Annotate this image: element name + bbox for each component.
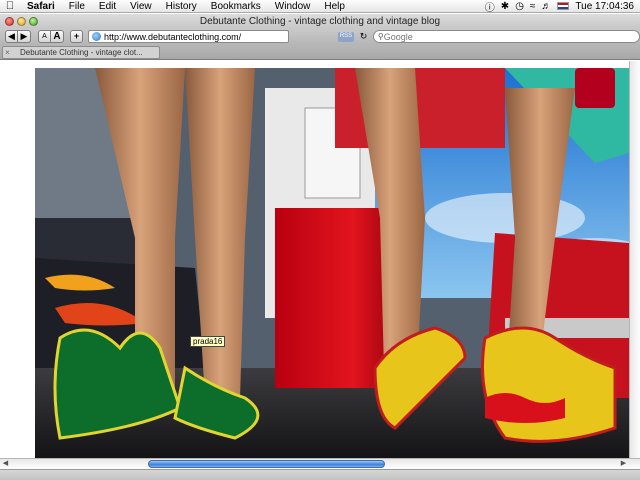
scroll-left-arrow-icon[interactable]: ◀ [0,459,11,469]
menu-window[interactable]: Window [268,0,318,13]
zoom-window-button[interactable] [29,16,38,26]
bluetooth-icon[interactable]: ✱ [501,1,509,12]
minimize-window-button[interactable] [17,16,26,26]
menu-bar:  Safari File Edit View History Bookmark… [0,0,640,14]
text-smaller-button[interactable]: A [38,30,51,43]
tab-bar: × Debutante Clothing - vintage clot... [0,45,640,60]
window-title: Debutante Clothing - vintage clothing an… [199,15,441,27]
page-content: prada16 [0,61,629,458]
clock[interactable]: Tue 17:04:36 [575,1,634,12]
alert-icon[interactable]: ⓘ [485,0,495,14]
window-titlebar: Debutante Clothing - vintage clothing an… [0,14,640,28]
tab-debutante[interactable]: × Debutante Clothing - vintage clot... [2,46,160,59]
menu-edit[interactable]: Edit [92,0,123,13]
browser-toolbar: ◀ ▶ A A + RSS ↻ ⚲ [0,28,640,45]
time-machine-icon[interactable]: ◷ [515,1,524,12]
close-window-button[interactable] [5,16,14,26]
horizontal-scroll-thumb[interactable] [148,460,385,468]
close-tab-icon[interactable]: × [3,48,12,57]
wifi-icon[interactable]: ≈ [530,1,536,12]
input-source-flag-icon[interactable] [557,2,570,10]
volume-icon[interactable]: ♬ [541,1,551,12]
menu-file[interactable]: File [62,0,92,13]
address-bar[interactable] [88,30,289,43]
vertical-scrollbar[interactable] [629,61,640,458]
scroll-right-arrow-icon[interactable]: ▶ [618,459,629,469]
address-input[interactable] [104,31,288,42]
status-bar [0,469,640,480]
rss-button[interactable]: RSS [337,31,355,42]
menu-help[interactable]: Help [317,0,352,13]
menu-view[interactable]: View [123,0,159,13]
tab-label: Debutante Clothing - vintage clot... [20,48,143,57]
back-button[interactable]: ◀ [5,30,18,43]
add-bookmark-button[interactable]: + [70,30,83,43]
reload-icon[interactable]: ↻ [357,31,370,42]
globe-icon [92,32,101,41]
horizontal-scrollbar[interactable]: ◀ ▶ [0,458,640,469]
menu-bookmarks[interactable]: Bookmarks [204,0,268,13]
apple-menu-icon[interactable]:  [0,0,20,12]
menu-safari[interactable]: Safari [20,0,62,13]
menu-history[interactable]: History [159,0,204,13]
text-bigger-button[interactable]: A [51,30,64,43]
fashion-photo[interactable] [35,68,629,458]
search-input[interactable] [383,31,640,42]
search-field[interactable]: ⚲ [372,30,640,43]
image-tooltip: prada16 [190,336,226,347]
forward-button[interactable]: ▶ [18,30,31,43]
